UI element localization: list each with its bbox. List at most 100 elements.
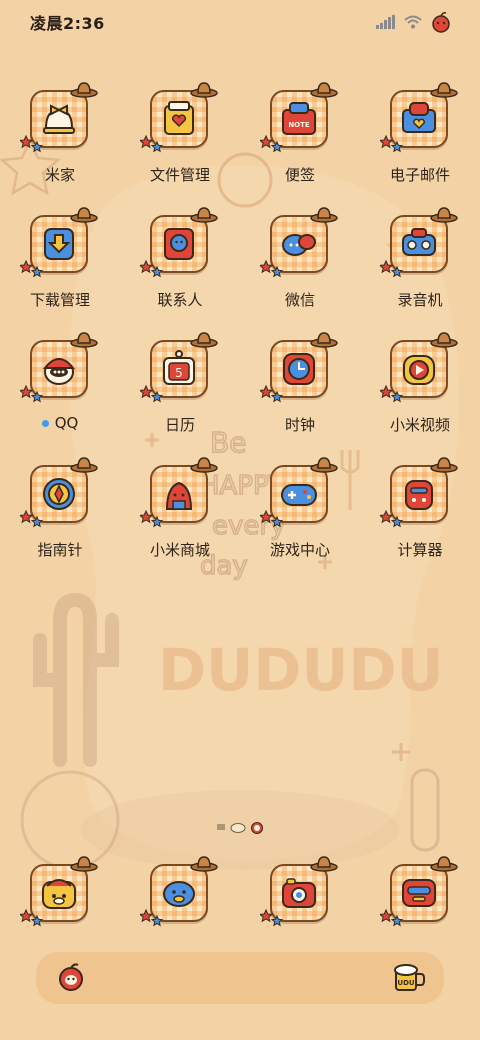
app-file-folder[interactable]: 文件管理 xyxy=(125,82,235,209)
wallpaper-brand: DUDUDU xyxy=(158,636,444,704)
app-label: 下载管理 xyxy=(30,289,90,310)
app-bell-bow[interactable]: 米家 xyxy=(5,82,115,209)
menu-lines-icon xyxy=(217,824,225,830)
app-label: 游戏中心 xyxy=(270,539,330,560)
calendar-icon-wrap: 5 xyxy=(140,332,218,406)
cowboy-hat-icon xyxy=(70,856,98,872)
cowboy-hat-icon xyxy=(310,207,338,223)
cowboy-hat-icon xyxy=(190,856,218,872)
app-compass[interactable]: 指南针 xyxy=(5,457,115,584)
cowboy-hat-icon xyxy=(310,457,338,473)
cowboy-hat-icon xyxy=(190,82,218,98)
cowboy-hat-icon xyxy=(310,856,338,872)
app-contacts[interactable]: 联系人 xyxy=(125,207,235,334)
app-label-text: 时钟 xyxy=(284,416,315,434)
note-icon-wrap: NOTE xyxy=(260,82,338,156)
browser-icon-wrap xyxy=(380,856,458,930)
app-calendar[interactable]: 5 日历 xyxy=(125,332,235,459)
bottom-right-widget[interactable]: UDU xyxy=(392,962,426,996)
app-wechat[interactable]: 微信 xyxy=(245,207,355,334)
app-clock[interactable]: 时钟 xyxy=(245,332,355,459)
mi-store-icon-wrap xyxy=(140,457,218,531)
app-label-text: 微信 xyxy=(284,291,315,309)
page-dot-apple-icon xyxy=(251,822,263,834)
note-icon-text: NOTE xyxy=(288,121,310,129)
stars-decoration-icon xyxy=(380,134,404,153)
app-qq-penguin[interactable]: QQ xyxy=(5,332,115,459)
app-label: 微信 xyxy=(285,289,315,310)
stars-decoration-icon xyxy=(380,259,404,278)
dock-camera[interactable] xyxy=(245,856,355,930)
gamepad-icon-wrap xyxy=(260,457,338,531)
bottom-left-widget[interactable] xyxy=(56,962,86,996)
stars-decoration-icon xyxy=(260,908,284,927)
cowboy-hat-icon xyxy=(310,332,338,348)
app-label-text: QQ xyxy=(54,414,79,432)
app-label-text: 小米商城 xyxy=(149,541,210,559)
camera-icon-wrap xyxy=(260,856,338,930)
app-label: 便签 xyxy=(285,164,315,185)
app-label-text: 下载管理 xyxy=(29,291,90,309)
beer-mug-icon: UDU xyxy=(394,964,425,991)
cowboy-hat-icon xyxy=(430,856,458,872)
stars-decoration-icon xyxy=(260,384,284,403)
stars-decoration-icon xyxy=(260,259,284,278)
stars-decoration-icon xyxy=(380,908,404,927)
app-gamepad[interactable]: 游戏中心 xyxy=(245,457,355,584)
stars-decoration-icon xyxy=(140,908,164,927)
cowboy-hat-icon xyxy=(70,82,98,98)
app-label-text: 录音机 xyxy=(397,291,443,309)
stars-decoration-icon xyxy=(20,908,44,927)
app-label-text: 便签 xyxy=(284,166,315,184)
file-folder-icon-wrap xyxy=(140,82,218,156)
app-video-play[interactable]: 小米视频 xyxy=(365,332,475,459)
cowboy-hat-icon xyxy=(430,207,458,223)
signal-icon xyxy=(376,15,395,29)
status-time: 凌晨2:36 xyxy=(30,14,105,33)
app-note[interactable]: NOTE 便签 xyxy=(245,82,355,209)
app-label: 联系人 xyxy=(157,289,202,310)
app-label-text: 电子邮件 xyxy=(389,166,450,184)
app-label-text: 指南针 xyxy=(37,541,83,559)
qq-penguin-icon-wrap xyxy=(20,332,98,406)
cowboy-hat-icon xyxy=(70,457,98,473)
app-label-text: 米家 xyxy=(44,166,75,184)
cowboy-hat-icon xyxy=(190,207,218,223)
app-label: 小米商城 xyxy=(150,539,210,560)
dock-phone[interactable] xyxy=(5,856,115,930)
dock-browser[interactable] xyxy=(365,856,475,930)
stars-decoration-icon xyxy=(140,134,164,153)
app-label: 文件管理 xyxy=(150,164,210,185)
app-recorder[interactable]: 录音机 xyxy=(365,207,475,334)
cowboy-hat-icon xyxy=(430,332,458,348)
app-label: 录音机 xyxy=(397,289,442,310)
app-label: QQ xyxy=(41,414,79,432)
apple-face-icon xyxy=(59,963,83,991)
mail-box-icon-wrap xyxy=(380,82,458,156)
stars-decoration-icon xyxy=(20,259,44,278)
recorder-icon-wrap xyxy=(380,207,458,281)
stars-decoration-icon xyxy=(20,384,44,403)
page-indicator[interactable] xyxy=(0,820,480,834)
status-bar: 凌晨2:36 xyxy=(0,0,480,44)
cowboy-hat-icon xyxy=(430,457,458,473)
app-download[interactable]: 下载管理 xyxy=(5,207,115,334)
cowboy-hat-icon xyxy=(190,332,218,348)
status-icons xyxy=(376,11,452,33)
page-dot-cloud-icon xyxy=(230,823,246,833)
beer-mug-text: UDU xyxy=(397,979,414,987)
app-mi-store[interactable]: 小米商城 xyxy=(125,457,235,584)
app-label-text: 小米视频 xyxy=(389,416,450,434)
stars-decoration-icon xyxy=(260,134,284,153)
app-label: 时钟 xyxy=(285,414,315,435)
dock-messages[interactable] xyxy=(125,856,235,930)
messages-icon-wrap xyxy=(140,856,218,930)
bell-bow-icon-wrap xyxy=(20,82,98,156)
app-mail-box[interactable]: 电子邮件 xyxy=(365,82,475,209)
app-grid: 米家 文件管理 NOTE 便签 电子邮件 下载管理 联系人 微信 录音机 QQ … xyxy=(0,82,480,584)
app-label: 米家 xyxy=(45,164,75,185)
app-calculator[interactable]: 计算器 xyxy=(365,457,475,584)
stars-decoration-icon xyxy=(260,509,284,528)
app-label-text: 联系人 xyxy=(157,291,203,309)
stars-decoration-icon xyxy=(380,509,404,528)
